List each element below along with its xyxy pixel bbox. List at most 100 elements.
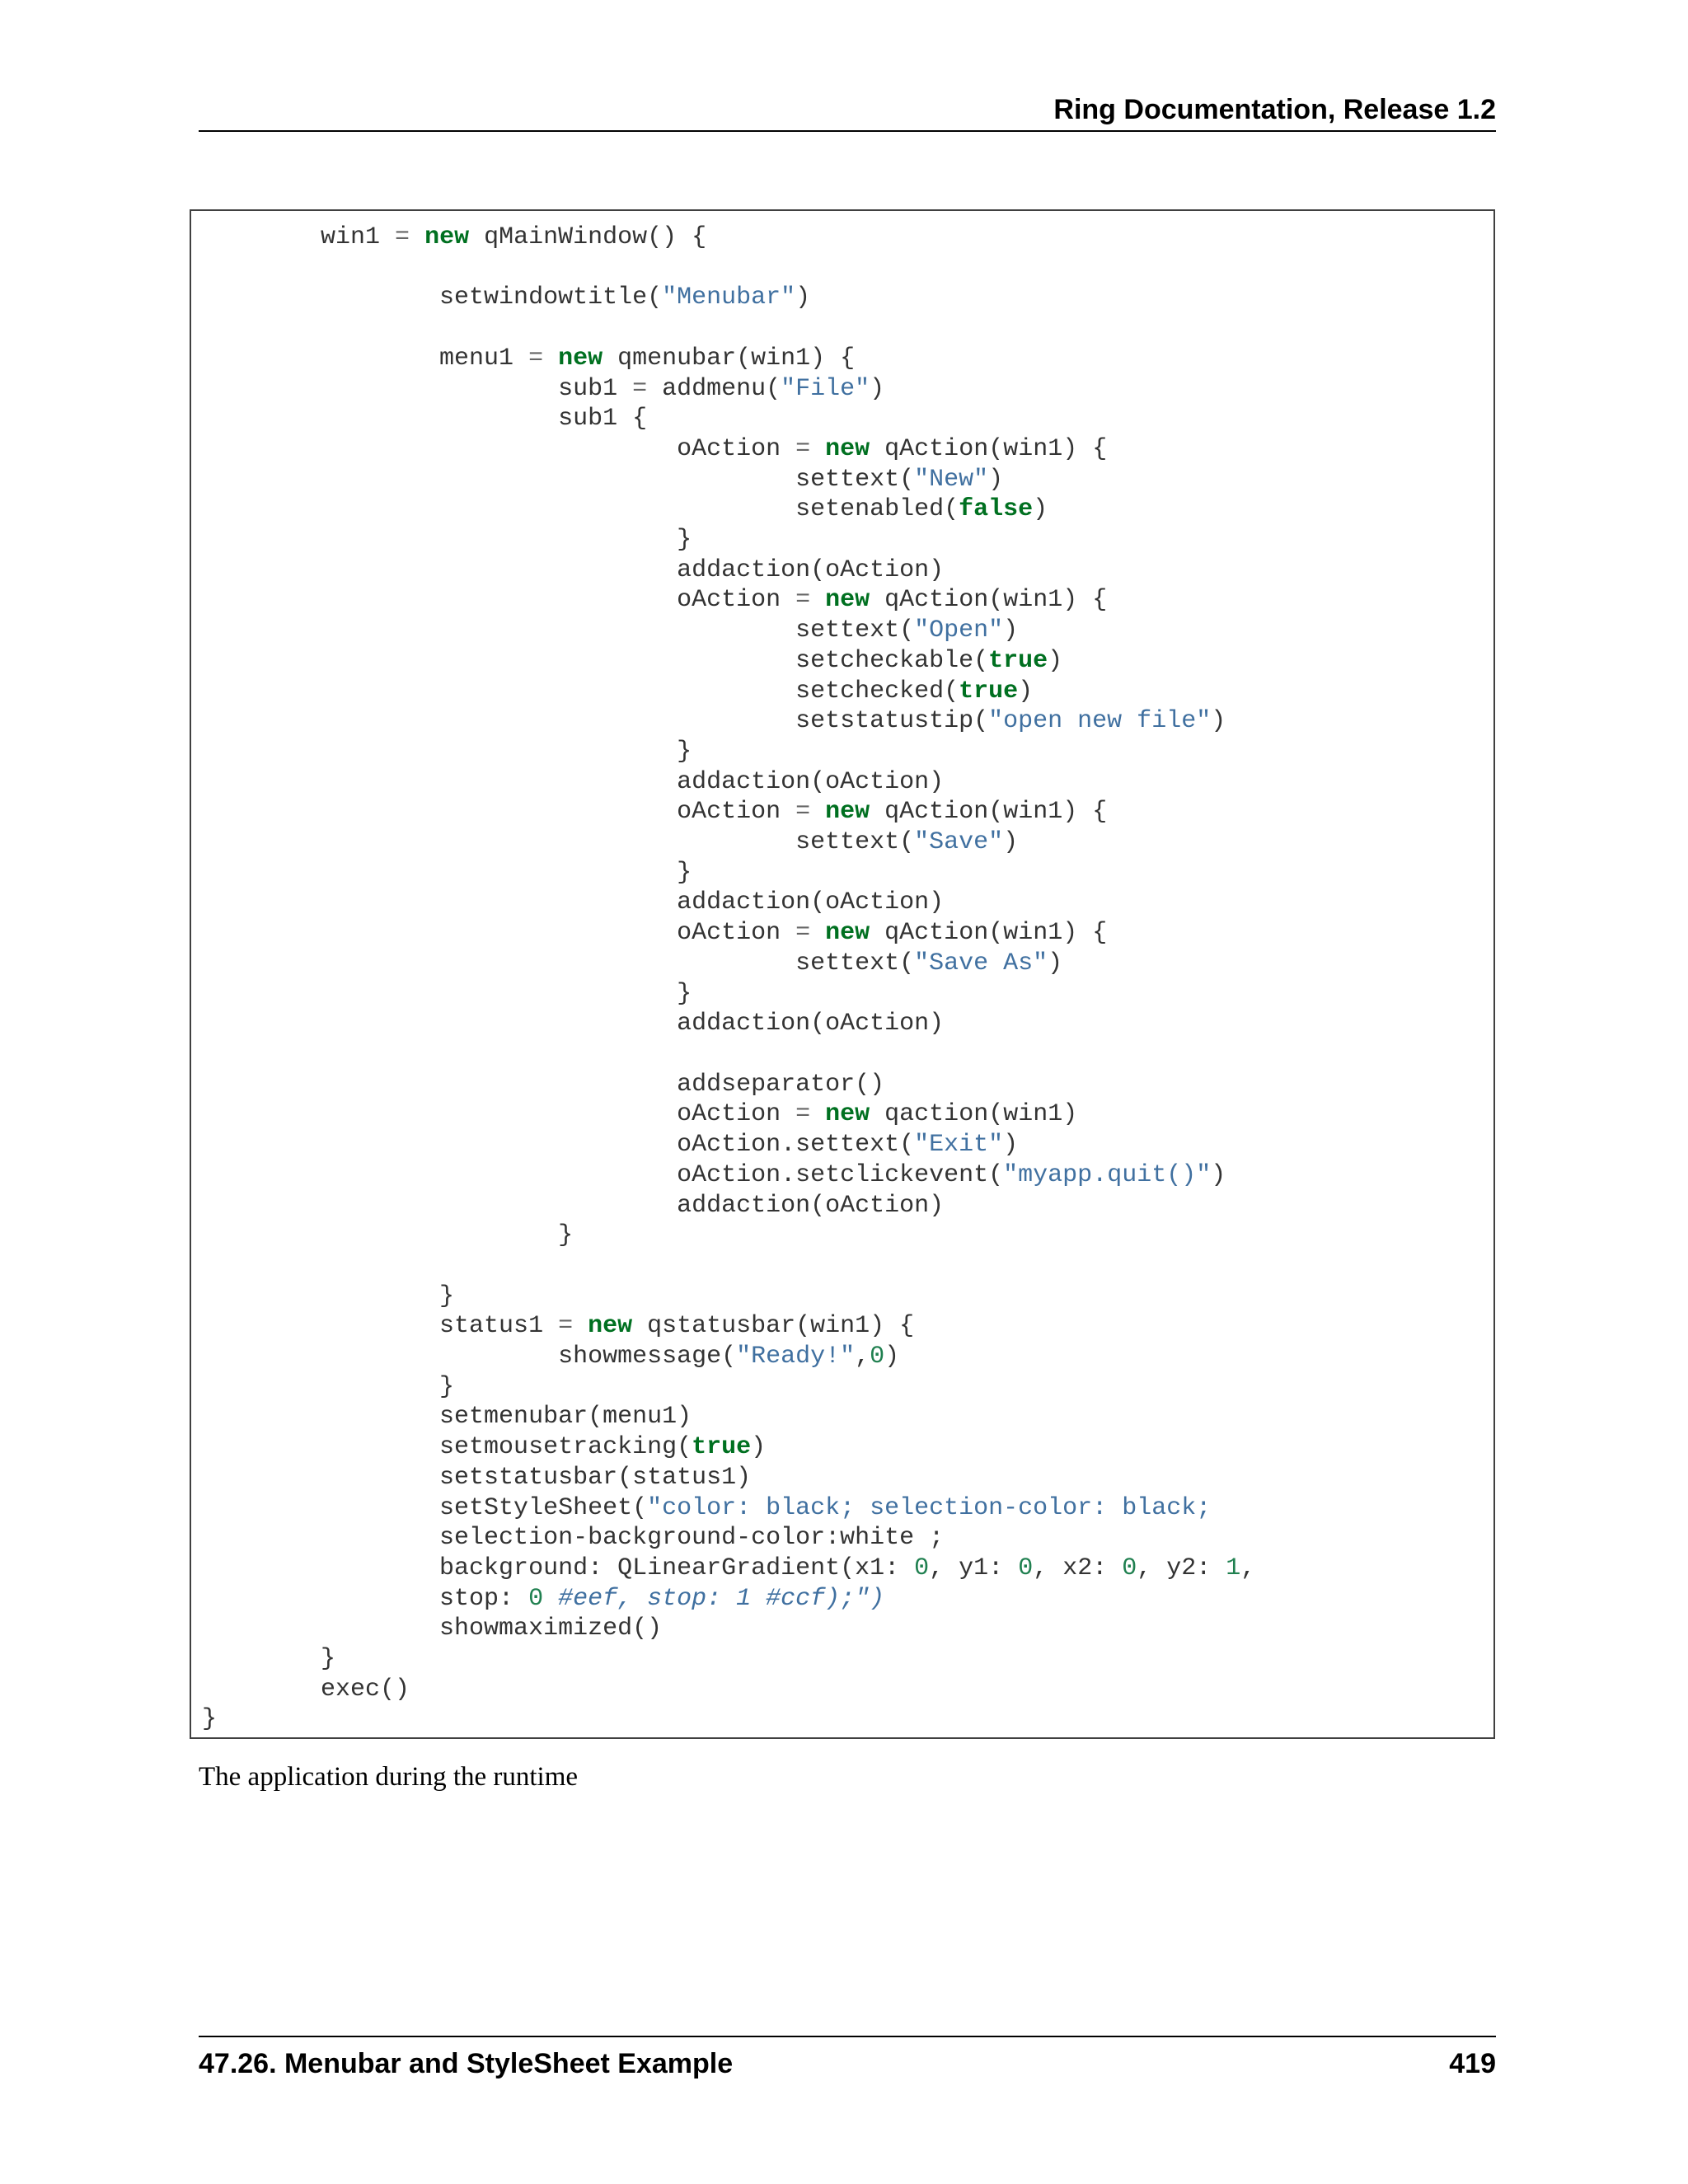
code-token: setstatustip( bbox=[202, 707, 989, 736]
code-token: new bbox=[825, 1100, 870, 1129]
code-token: = bbox=[795, 919, 811, 948]
code-token: ) bbox=[988, 465, 1004, 494]
code-token: new bbox=[588, 1312, 633, 1341]
code-token: sub1 { bbox=[202, 405, 648, 434]
code-token: settext( bbox=[202, 828, 915, 857]
code-token: "Ready!" bbox=[736, 1343, 856, 1371]
code-token: oAction bbox=[202, 1100, 796, 1129]
code-token: , y1: bbox=[929, 1554, 1019, 1582]
code-line: setwindowtitle("Menubar") bbox=[202, 284, 810, 312]
code-line: win1 = new qMainWindow() { bbox=[202, 223, 706, 251]
code-line: } bbox=[202, 1221, 573, 1249]
code-token: = bbox=[795, 434, 811, 463]
code-token: new bbox=[825, 434, 870, 463]
code-token: , x2: bbox=[1033, 1554, 1123, 1582]
code-line: oAction = new qaction(win1) bbox=[202, 1100, 1077, 1128]
code-token: addaction(oAction) bbox=[202, 767, 945, 796]
code-token: qAction(win1) { bbox=[870, 434, 1108, 463]
code-token: setwindowtitle( bbox=[202, 284, 663, 312]
code-token: qmenubar(win1) { bbox=[603, 344, 856, 373]
page-number: 419 bbox=[1449, 2048, 1496, 2079]
code-token: ) bbox=[1033, 495, 1048, 524]
code-line: } bbox=[202, 1645, 335, 1673]
code-token: } bbox=[202, 1705, 218, 1734]
code-token: } bbox=[202, 737, 692, 766]
code-line: settext("New") bbox=[202, 466, 1003, 494]
code-token: 1 bbox=[1226, 1554, 1241, 1582]
code-token: oAction.settext( bbox=[202, 1131, 915, 1160]
code-line: menu1 = new qmenubar(win1) { bbox=[202, 344, 855, 373]
code-line: oAction = new qAction(win1) { bbox=[202, 586, 1107, 614]
code-token: "myapp.quit()" bbox=[1003, 1160, 1212, 1189]
code-token: ) bbox=[1048, 949, 1063, 977]
code-token: = bbox=[795, 798, 811, 827]
code-token: } bbox=[202, 1645, 336, 1674]
code-token: settext( bbox=[202, 465, 915, 494]
code-token: } bbox=[202, 526, 692, 555]
code-token: 0 bbox=[528, 1584, 544, 1613]
code-token: new bbox=[825, 586, 870, 615]
code-token: ) bbox=[795, 284, 811, 312]
code-token: "color: black; selection-color: black; bbox=[647, 1493, 1212, 1522]
code-token: = bbox=[528, 344, 544, 373]
code-token: 0 bbox=[1122, 1554, 1137, 1582]
code-token: status1 bbox=[202, 1312, 559, 1341]
code-token: = bbox=[558, 1312, 574, 1341]
code-token: qMainWindow() { bbox=[469, 223, 707, 251]
code-token: new bbox=[424, 223, 470, 251]
code-token: qstatusbar(win1) { bbox=[632, 1312, 915, 1341]
code-token: = bbox=[795, 1100, 811, 1129]
code-token: "Open" bbox=[914, 616, 1004, 645]
code-token: background: QLinearGradient(x1: bbox=[202, 1554, 915, 1582]
code-line: stop: 0 #eef, stop: 1 #ccf);") bbox=[202, 1585, 884, 1613]
code-line: } bbox=[202, 1373, 454, 1401]
code-token: addseparator() bbox=[202, 1070, 885, 1099]
code-token: = bbox=[395, 223, 410, 251]
code-line: settext("Open") bbox=[202, 616, 1018, 644]
caption-text: The application during the runtime bbox=[199, 1762, 579, 1792]
code-line: addseparator() bbox=[202, 1071, 884, 1099]
code-line: oAction.settext("Exit") bbox=[202, 1131, 1018, 1159]
code-token: #eef, stop: 1 #ccf);") bbox=[558, 1584, 885, 1613]
code-line: } bbox=[202, 1282, 454, 1310]
code-line: background: QLinearGradient(x1: 0, y1: 0… bbox=[202, 1554, 1255, 1582]
code-token: false bbox=[959, 495, 1034, 524]
code-token: } bbox=[202, 979, 692, 1008]
page-header: Ring Documentation, Release 1.2 bbox=[199, 91, 1496, 132]
document-title: Ring Documentation, Release 1.2 bbox=[1053, 94, 1496, 125]
code-token: setmousetracking( bbox=[202, 1433, 692, 1462]
code-token: addaction(oAction) bbox=[202, 888, 945, 917]
code-token: true bbox=[692, 1433, 752, 1462]
code-line: status1 = new qstatusbar(win1) { bbox=[202, 1312, 914, 1340]
code-token: 0 bbox=[1018, 1554, 1034, 1582]
code-line: setmousetracking(true) bbox=[202, 1433, 766, 1461]
code-token: ) bbox=[870, 374, 885, 403]
code-token: setchecked( bbox=[202, 677, 959, 705]
code-token: setcheckable( bbox=[202, 646, 989, 675]
code-token: settext( bbox=[202, 616, 915, 645]
code-token: oAction bbox=[202, 586, 796, 615]
code-token: true bbox=[959, 677, 1019, 705]
code-line: addaction(oAction) bbox=[202, 888, 944, 916]
code-token: ) bbox=[1003, 828, 1019, 857]
code-line: } bbox=[202, 738, 692, 766]
code-line: addaction(oAction) bbox=[202, 768, 944, 796]
code-line: selection-background-color:white ; bbox=[202, 1524, 944, 1552]
code-block: win1 = new qMainWindow() { setwindowtitl… bbox=[190, 209, 1495, 1739]
code-token: oAction.setclickevent( bbox=[202, 1160, 1004, 1189]
code-token: exec() bbox=[202, 1675, 410, 1704]
code-line: settext("Save") bbox=[202, 828, 1018, 856]
code-token: setenabled( bbox=[202, 495, 959, 524]
code-token: } bbox=[202, 1221, 574, 1250]
code-token: ) bbox=[1003, 1131, 1019, 1160]
code-token: addaction(oAction) bbox=[202, 1010, 945, 1038]
code-token: 0 bbox=[914, 1554, 930, 1582]
code-line: oAction = new qAction(win1) { bbox=[202, 798, 1107, 826]
code-token: } bbox=[202, 858, 692, 887]
code-line: sub1 { bbox=[202, 405, 647, 433]
code-line: sub1 = addmenu("File") bbox=[202, 375, 884, 403]
